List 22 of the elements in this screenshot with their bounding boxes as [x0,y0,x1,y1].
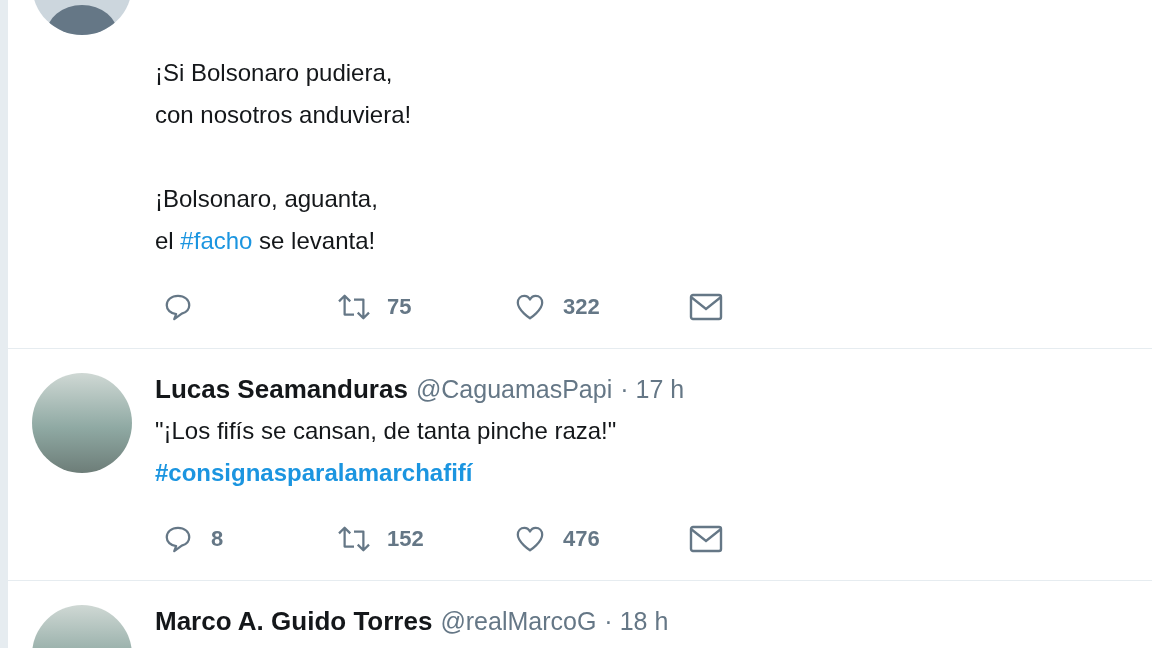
user-name[interactable]: Marco A. Guido Torres [155,600,433,642]
tweet-text-line: con nosotros anduviera! [155,100,413,130]
user-handle[interactable]: @CaguamasPapi [415,368,613,410]
tweet-time[interactable]: · 18 h [604,600,669,642]
action-count: 75 [387,294,412,320]
retweet-icon[interactable] [337,292,371,322]
tweet-text-line: ¡Si Bolsonaro pudiera, [155,58,394,88]
action-count: 476 [563,526,600,552]
mail-icon[interactable] [689,524,723,554]
action-count: 152 [387,526,424,552]
tweet-time[interactable]: · 17 h [620,368,685,410]
action-count: 8 [211,526,224,552]
user-name[interactable]: Lucas Seamanduras [155,368,408,410]
tweet-text-line: "¡Los fifís se cansan, de tanta pinche raza!" [155,416,618,446]
user-handle[interactable]: @realMarcoG [440,600,597,642]
hashtag-link[interactable]: #consignasparalamarchafifí [155,459,473,486]
hashtag-link[interactable]: #facho [180,227,253,254]
tweet-text-line: el #facho se levanta! [155,226,377,256]
retweet-icon[interactable] [337,524,371,554]
tweet-text-line: ¡Bolsonaro, aguanta, [155,184,379,214]
action-count: 322 [563,294,600,320]
mail-icon[interactable] [689,292,723,322]
